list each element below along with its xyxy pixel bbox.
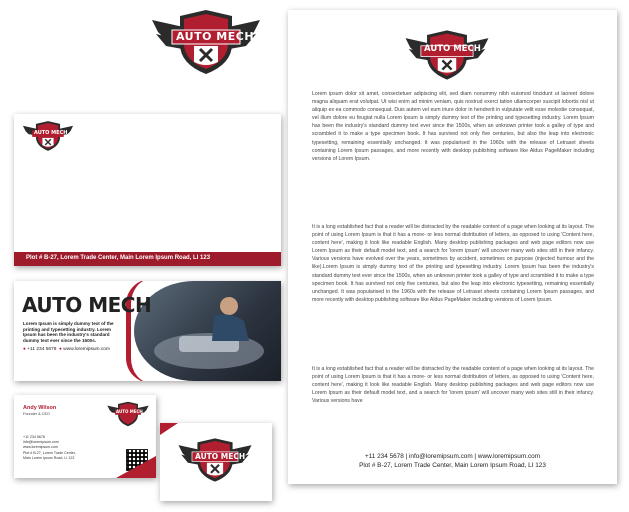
logo-wordmark: AUTO MECH (176, 30, 255, 43)
letterhead-footer-contact: +11 234 5678 | info@loremipsum.com | www… (364, 453, 541, 460)
engine-photo-icon (154, 297, 264, 369)
card-logo: AUTO MECH (106, 401, 150, 427)
phone-icon: ● (23, 347, 26, 352)
card-details: +11 234 5678 info@loremipsum.com www.lor… (23, 435, 76, 461)
flyer-website: www.loremipsum.com (63, 347, 110, 352)
flyer-card: AUTO MECH Lorem Ipsum is simply dummy te… (14, 281, 281, 381)
letterhead-paragraph: It is a long established fact that a rea… (312, 224, 594, 303)
brand-logo-large: AUTO MECH (150, 8, 262, 76)
card-role: Founder & CEO (23, 412, 51, 416)
envelope-address: Plot # B-27, Lorem Trade Center, Main Lo… (26, 255, 211, 261)
flyer-phone: +11 234 5678 (27, 347, 57, 352)
letterhead-logo: AUTO MECH (404, 28, 490, 82)
letterhead-footer-address: Plot # B-27, Lorem Trade Center, Main Lo… (359, 462, 546, 469)
business-card-back: AUTO MECH (160, 423, 272, 501)
logo-emblem-icon (107, 401, 149, 427)
mechanic-photo (134, 281, 281, 381)
letterhead-paragraph: It is a long established fact that a rea… (312, 366, 594, 405)
flyer-body: Lorem Ipsum is simply dummy text of the … (23, 321, 114, 343)
logo-wordmark: AUTO MECH (195, 452, 246, 461)
flyer-contact-row: ● +11 234 5678 ● www.loremipsum.com (23, 347, 110, 352)
card-back-corner-accent (160, 423, 178, 435)
logo-wordmark: AUTO MECH (34, 130, 68, 136)
card-corner-accent (116, 456, 156, 478)
card-back-logo: AUTO MECH (176, 437, 254, 483)
card-name: Andy Wilson (23, 405, 57, 411)
card-address-line-2: Main Lorem Ipsum Road, LI 123 (23, 455, 75, 460)
business-card-front: Andy Wilson Founder & CEO AUTO MECH +11 … (14, 395, 156, 478)
logo-wordmark: AUTO MECH (424, 44, 481, 54)
logo-wordmark: AUTO MECH (116, 409, 143, 414)
envelope-address-bar: Plot # B-27, Lorem Trade Center, Main Lo… (14, 252, 281, 266)
logo-emblem-icon (405, 30, 489, 80)
logo-emblem-icon (22, 121, 74, 151)
flyer-title: AUTO MECH (22, 293, 152, 317)
web-icon: ● (59, 347, 62, 352)
envelope-logo: AUTO MECH (22, 120, 74, 152)
letterhead-paragraph: Lorem ipsum dolor sit amet, consectetuer… (312, 91, 594, 162)
letterhead-page: AUTO MECH Lorem ipsum dolor sit amet, co… (288, 10, 617, 484)
envelope: AUTO MECH Plot # B-27, Lorem Trade Cente… (14, 114, 281, 266)
